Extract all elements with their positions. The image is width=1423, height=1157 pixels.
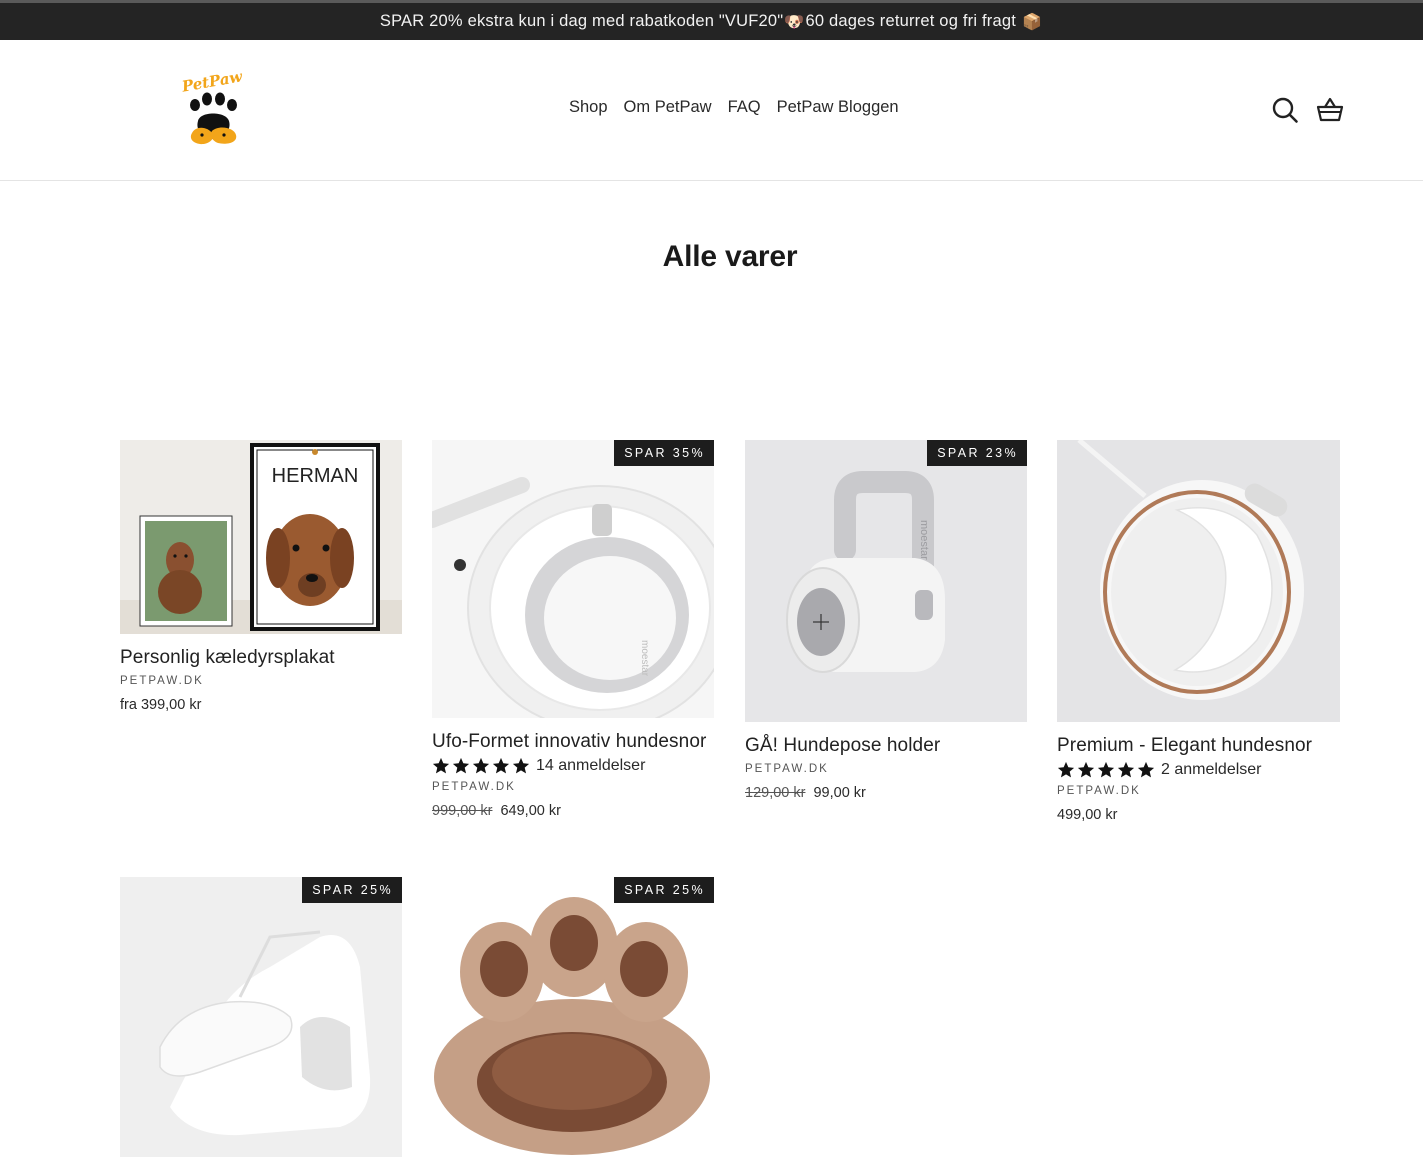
product-card-poster[interactable]: HERMAN Personlig kæledyrsplakat PETPAW.D… bbox=[120, 440, 402, 713]
announcement-bar: SPAR 20% ekstra kun i dag med rabatkoden… bbox=[0, 0, 1423, 40]
main-nav: Shop Om PetPaw FAQ PetPaw Bloggen bbox=[569, 98, 899, 117]
nav-shop[interactable]: Shop bbox=[569, 98, 608, 117]
price-text: 99,00 kr bbox=[813, 785, 866, 801]
product-brand-text: moestar bbox=[639, 640, 650, 677]
product-vendor: PETPAW.DK bbox=[120, 675, 204, 687]
old-price: 129,00 kr bbox=[745, 785, 806, 801]
price-text: 499,00 kr bbox=[1057, 807, 1118, 823]
product-card-6[interactable]: SPAR 25% bbox=[432, 877, 714, 1157]
sale-badge: SPAR 25% bbox=[302, 877, 402, 903]
sale-badge: SPAR 35% bbox=[614, 440, 714, 466]
announcement-text-2: 60 dages returret og fri fragt bbox=[805, 12, 1016, 30]
poster-name-text: HERMAN bbox=[272, 465, 359, 487]
product-card-premium-leash[interactable]: Premium - Elegant hundesnor 2 anmeldelse… bbox=[1057, 440, 1340, 823]
product-image[interactable] bbox=[1057, 440, 1340, 722]
price-text: 649,00 kr bbox=[500, 803, 561, 819]
product-title[interactable]: Premium - Elegant hundesnor bbox=[1057, 735, 1340, 757]
product-price: 499,00 kr bbox=[1057, 807, 1340, 823]
logo-text: PetPaw bbox=[180, 73, 245, 96]
product-image[interactable]: moestar SPAR 35% bbox=[432, 440, 714, 718]
product-brand-text: moestar bbox=[918, 520, 930, 560]
page-title: Alle varer bbox=[662, 240, 798, 273]
review-count[interactable]: 2 anmeldelser bbox=[1161, 761, 1262, 779]
product-title[interactable]: Personlig kæledyrsplakat bbox=[120, 647, 402, 669]
site-header: PetPaw Shop Om PetPaw FAQ PetPaw Bloggen bbox=[0, 40, 1423, 181]
star-rating-icon bbox=[432, 757, 530, 775]
dog-emoji-icon: 🐶 bbox=[784, 13, 805, 31]
product-rating: 14 anmeldelser bbox=[432, 757, 714, 775]
product-vendor: PETPAW.DK bbox=[745, 763, 829, 775]
product-image[interactable]: moestar SPAR 23% bbox=[745, 440, 1027, 722]
logo[interactable]: PetPaw bbox=[178, 67, 250, 149]
product-vendor: PETPAW.DK bbox=[1057, 785, 1141, 797]
star-rating-icon bbox=[1057, 761, 1155, 779]
price-text: fra 399,00 kr bbox=[120, 697, 202, 713]
product-card-5[interactable]: SPAR 25% bbox=[120, 877, 402, 1157]
product-image[interactable]: SPAR 25% bbox=[120, 877, 402, 1157]
product-price: 129,00 kr 99,00 kr bbox=[745, 785, 1027, 801]
basket-icon[interactable] bbox=[1316, 96, 1344, 124]
product-price: 999,00 kr 649,00 kr bbox=[432, 803, 714, 819]
product-card-ufo-leash[interactable]: moestar SPAR 35% Ufo-Formet innovativ hu… bbox=[432, 440, 714, 819]
product-card-poop-bag-holder[interactable]: moestar SPAR 23% GÅ! Hundepose holder PE… bbox=[745, 440, 1027, 801]
nav-om-petpaw[interactable]: Om PetPaw bbox=[624, 98, 712, 117]
nav-petpaw-bloggen[interactable]: PetPaw Bloggen bbox=[777, 98, 899, 117]
box-emoji-icon: 📦 bbox=[1022, 13, 1043, 31]
product-title[interactable]: Ufo-Formet innovativ hundesnor bbox=[432, 731, 714, 753]
review-count[interactable]: 14 anmeldelser bbox=[536, 757, 645, 775]
product-vendor: PETPAW.DK bbox=[432, 781, 516, 793]
nav-faq[interactable]: FAQ bbox=[728, 98, 761, 117]
product-image[interactable]: SPAR 25% bbox=[432, 877, 714, 1157]
announcement-text: SPAR 20% ekstra kun i dag med rabatkoden… bbox=[379, 12, 784, 30]
sale-badge: SPAR 25% bbox=[614, 877, 714, 903]
product-rating: 2 anmeldelser bbox=[1057, 761, 1340, 779]
old-price: 999,00 kr bbox=[432, 803, 493, 819]
product-price: fra 399,00 kr bbox=[120, 697, 402, 713]
product-image[interactable]: HERMAN bbox=[120, 440, 402, 634]
search-icon[interactable] bbox=[1271, 96, 1299, 124]
product-title[interactable]: GÅ! Hundepose holder bbox=[745, 735, 1027, 757]
sale-badge: SPAR 23% bbox=[927, 440, 1027, 466]
